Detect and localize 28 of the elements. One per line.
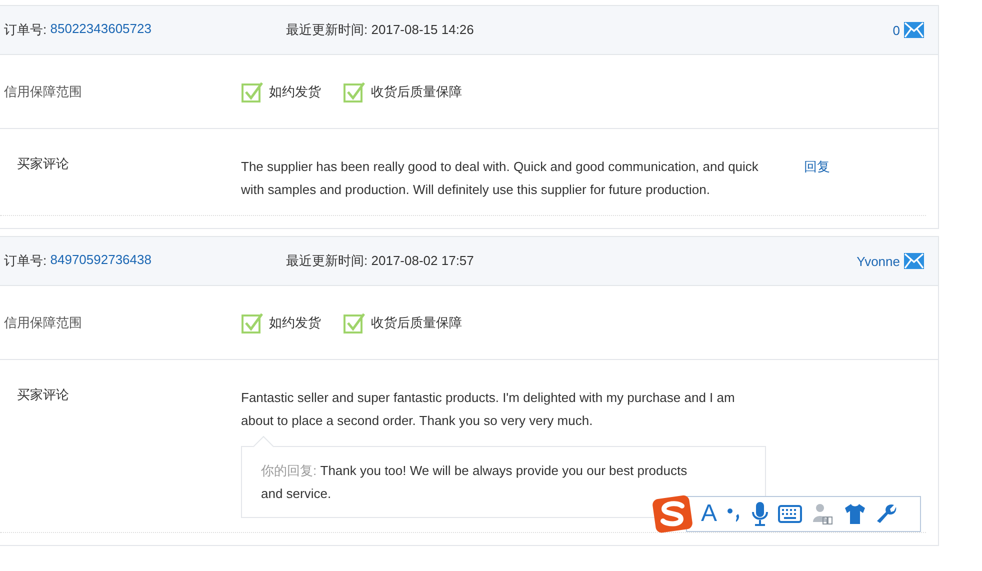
order-label: 订单号: bbox=[4, 252, 47, 270]
mail-icon[interactable] bbox=[904, 22, 924, 38]
guarantee-label: 信用保障范围 bbox=[4, 314, 82, 330]
order-label: 订单号: bbox=[4, 21, 47, 39]
updated-time: 最近更新时间: 2017-08-02 17:57 bbox=[286, 253, 474, 268]
mail-icon[interactable] bbox=[904, 253, 924, 269]
microphone-icon[interactable] bbox=[751, 501, 770, 527]
updated-time: 最近更新时间: 2017-08-15 14:26 bbox=[286, 22, 474, 37]
guarantee-item: 如约发货 bbox=[269, 314, 321, 332]
user-icon[interactable] bbox=[811, 502, 836, 526]
order-number-link[interactable]: 85022343605723 bbox=[50, 21, 152, 39]
input-mode-button[interactable]: A bbox=[701, 502, 718, 526]
comment-label: 买家评论 bbox=[17, 387, 69, 402]
reply-link[interactable]: 回复 bbox=[804, 159, 830, 174]
wrench-icon[interactable] bbox=[875, 503, 898, 525]
contact-name[interactable]: Yvonne bbox=[856, 254, 900, 268]
logo-icon[interactable] bbox=[652, 494, 694, 534]
contact-name[interactable]: 0 bbox=[892, 22, 900, 38]
guarantee-item: 收货后质量保障 bbox=[371, 314, 462, 332]
shirt-icon[interactable] bbox=[844, 503, 866, 525]
buyer-comment: Fantastic seller and super fantastic products. I'm delighted with my purchase and I am about to place a second order. Thank you so very very much. bbox=[241, 389, 736, 430]
guarantee-item: 收货后质量保障 bbox=[371, 82, 462, 100]
keyboard-icon[interactable] bbox=[778, 505, 802, 523]
guarantee-item: 如约发货 bbox=[269, 82, 321, 100]
comment-label: 买家评论 bbox=[17, 156, 69, 171]
order-number-link[interactable]: 84970592736438 bbox=[50, 252, 152, 270]
guarantee-label: 信用保障范围 bbox=[4, 84, 82, 98]
buyer-comment: The supplier has been really good to deal with. Quick and good communication, and quick with samples and production. Will definitely use this supplier for future production. bbox=[241, 158, 760, 199]
